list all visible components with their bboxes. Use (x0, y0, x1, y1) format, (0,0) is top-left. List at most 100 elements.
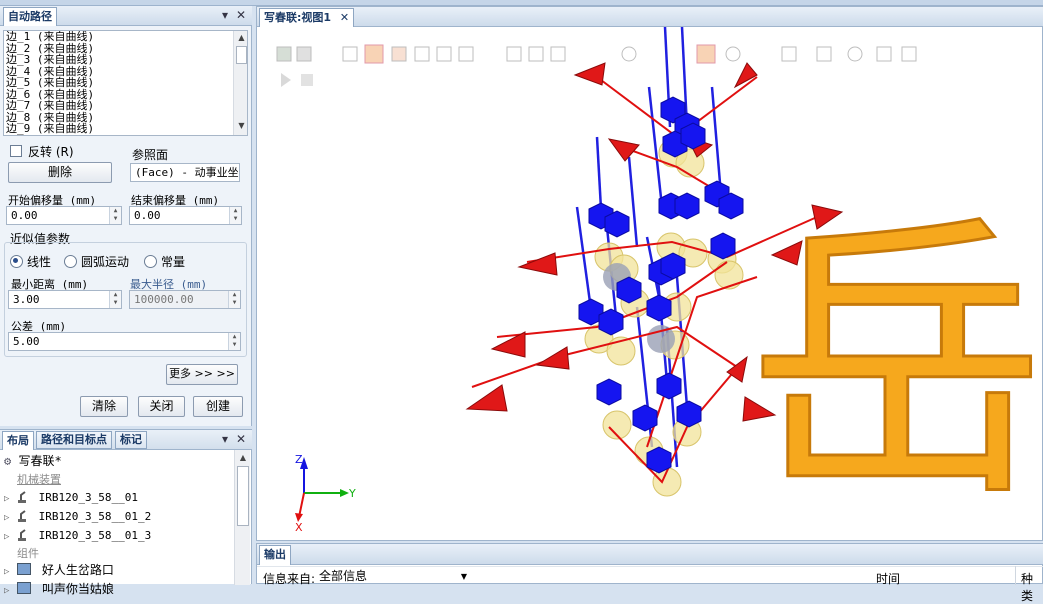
max-radius-field: 100000.00 ▲ ▼ (129, 290, 241, 309)
edge-list-item[interactable]: 边_3 (来自曲线) (6, 54, 231, 66)
toolbar-icon-2 (296, 46, 312, 62)
clear-button[interactable]: 清除 (80, 396, 128, 417)
tab-paths-targets[interactable]: 路径和目标点 (36, 431, 112, 449)
axis-triad: Z Y X (295, 453, 356, 534)
layout-scrollbar[interactable]: ▲ (234, 450, 250, 585)
robot-2-label: IRB120_3_58__01_2 (38, 510, 152, 523)
component-1-label: 好人生岔路口 (41, 563, 114, 577)
autopath-panel: 自动路径 ▾ ✕ 边_1 (来自曲线) 边_2 (来自曲线) 边_3 (来自曲线) 边… (0, 6, 252, 426)
end-offset-value: 0.00 (134, 209, 161, 222)
layout-pin-icon[interactable]: ▾ (222, 430, 228, 448)
close-icon[interactable]: ✕ (236, 6, 246, 24)
output-header: 输出 (257, 544, 1043, 565)
stop-icon (301, 74, 313, 86)
tree-robot-2[interactable]: ▷ IRB120_3_58__01_2 (4, 507, 151, 526)
tree-component-2[interactable]: ▷ 叫声你当姑娘 (4, 580, 114, 599)
radio-dot-linear (10, 255, 23, 268)
scroll-up-icon[interactable]: ▲ (234, 33, 247, 42)
start-offset-spinner[interactable]: ▲ ▼ (109, 207, 121, 224)
reverse-checkbox[interactable] (10, 145, 22, 157)
ref-plane-field[interactable]: (Face) - 动事业坐 (130, 163, 240, 182)
col-time-header[interactable]: 时间 (876, 570, 900, 587)
mode-arc-label: 圆弧运动 (81, 255, 130, 269)
axis-y-label: Y (348, 487, 356, 500)
reverse-label: 反转 (R) (28, 145, 74, 159)
output-tab[interactable]: 输出 (259, 545, 291, 565)
scroll-down-icon[interactable]: ▼ (234, 121, 247, 130)
toolbar-icon-13 (781, 46, 797, 62)
edge-list-scrollbar[interactable]: ▲ ▼ (233, 31, 247, 135)
toolbar-icon-1 (276, 46, 292, 62)
scroll-thumb[interactable] (237, 466, 249, 526)
close-button[interactable]: 关闭 (138, 396, 185, 417)
tab-layout[interactable]: 布局 (2, 431, 34, 450)
min-dist-value: 3.00 (13, 293, 40, 306)
tree-component-1[interactable]: ▷ 好人生岔路口 (4, 561, 114, 580)
tree-mech-group[interactable]: 机械装置 (17, 470, 61, 489)
col-type-header[interactable]: 种类 (1021, 570, 1042, 604)
viewport-canvas[interactable]: 岳 Z Y X (257, 27, 1042, 540)
mode-arc-radio[interactable]: 圆弧运动 (64, 253, 129, 270)
start-offset-field[interactable]: 0.00 ▲ ▼ (6, 206, 122, 225)
component-2-label: 叫声你当姑娘 (41, 582, 114, 596)
robot-icon (18, 510, 27, 522)
pin-dropdown-icon[interactable]: ▾ (222, 6, 228, 24)
output-col-header (257, 566, 1043, 585)
edge-list-item[interactable]: 边_5 (来自曲线) (6, 77, 231, 89)
more-button[interactable]: 更多 >> >> (166, 364, 238, 385)
robot-3-label: IRB120_3_58__01_3 (38, 529, 152, 542)
edge-list[interactable]: 边_1 (来自曲线) 边_2 (来自曲线) 边_3 (来自曲线) 边_4 (来自曲线)… (3, 30, 248, 136)
mode-const-label: 常量 (161, 255, 186, 269)
col-divider[interactable] (1015, 566, 1016, 585)
radio-dot-const (144, 255, 157, 268)
layout-close-icon[interactable]: ✕ (236, 430, 246, 448)
components-group-label: 组件 (17, 547, 39, 560)
toolbar-icon-10 (550, 46, 566, 62)
edge-list-item[interactable]: 边_1 (来自曲线) (6, 31, 231, 43)
mode-linear-radio[interactable]: 线性 (10, 253, 51, 270)
toolbar-icon-4 (391, 46, 407, 62)
scroll-up-icon[interactable]: ▲ (235, 453, 251, 462)
mech-group-label: 机械装置 (17, 473, 61, 486)
scroll-thumb[interactable] (236, 46, 247, 64)
expand-icon[interactable]: ▷ (4, 567, 9, 577)
min-dist-spinner[interactable]: ▲ ▼ (109, 291, 121, 308)
mode-const-radio[interactable]: 常量 (144, 253, 185, 270)
viewport-panel: 写春联:视图1 ✕ 岳 Z Y X (256, 6, 1043, 541)
layout-header: 布局 路径和目标点 标记 ▾ ✕ (0, 430, 252, 450)
ref-plane-label: 参照面 (132, 148, 169, 162)
expand-icon[interactable]: ▷ (4, 513, 9, 523)
autopath-title-tab[interactable]: 自动路径 (3, 7, 57, 26)
max-radius-value: 100000.00 (134, 293, 194, 306)
expand-icon[interactable]: ▷ (4, 586, 9, 596)
max-radius-spinner: ▲ ▼ (228, 291, 240, 308)
end-offset-spinner[interactable]: ▲ ▼ (229, 207, 241, 224)
expand-icon[interactable]: ▷ (4, 532, 9, 542)
edge-list-item[interactable]: 边_7 (来自曲线) (6, 100, 231, 112)
play-icon (281, 73, 291, 87)
component-icon (16, 563, 31, 575)
tree-robot-1[interactable]: ▷ IRB120_3_58__01 (4, 488, 138, 507)
toolbar-icon-17 (901, 46, 917, 62)
tolerance-field[interactable]: 5.00 ▲ ▼ (8, 332, 241, 351)
viewport-header: 写春联:视图1 ✕ (257, 7, 1043, 27)
toolbar-icon-12 (725, 46, 741, 62)
end-offset-field[interactable]: 0.00 ▲ ▼ (129, 206, 242, 225)
calligraphy-character: 岳 (747, 189, 1042, 538)
axis-z-label: Z (295, 453, 303, 466)
station-label: 写春联* (18, 454, 62, 468)
viewport-tab[interactable]: 写春联:视图1 ✕ (259, 8, 355, 27)
create-button[interactable]: 创建 (193, 396, 243, 417)
tab-tags[interactable]: 标记 (115, 431, 147, 449)
min-dist-field[interactable]: 3.00 ▲ ▼ (8, 290, 122, 309)
edge-list-item[interactable]: 边_9 (来自曲线) (6, 123, 231, 135)
tree-robot-3[interactable]: ▷ IRB120_3_58__01_3 (4, 526, 151, 545)
viewport-tab-close-icon[interactable]: ✕ (340, 11, 349, 24)
axis-x-label: X (295, 521, 303, 534)
robot-1-label: IRB120_3_58__01 (38, 491, 139, 504)
tolerance-spinner[interactable]: ▲ ▼ (228, 333, 240, 350)
delete-button[interactable]: 删除 (8, 162, 112, 183)
toolbar-icon-8 (506, 46, 522, 62)
expand-icon[interactable]: ▷ (4, 494, 9, 504)
tree-station[interactable]: ⚙ 写春联* (4, 452, 62, 471)
